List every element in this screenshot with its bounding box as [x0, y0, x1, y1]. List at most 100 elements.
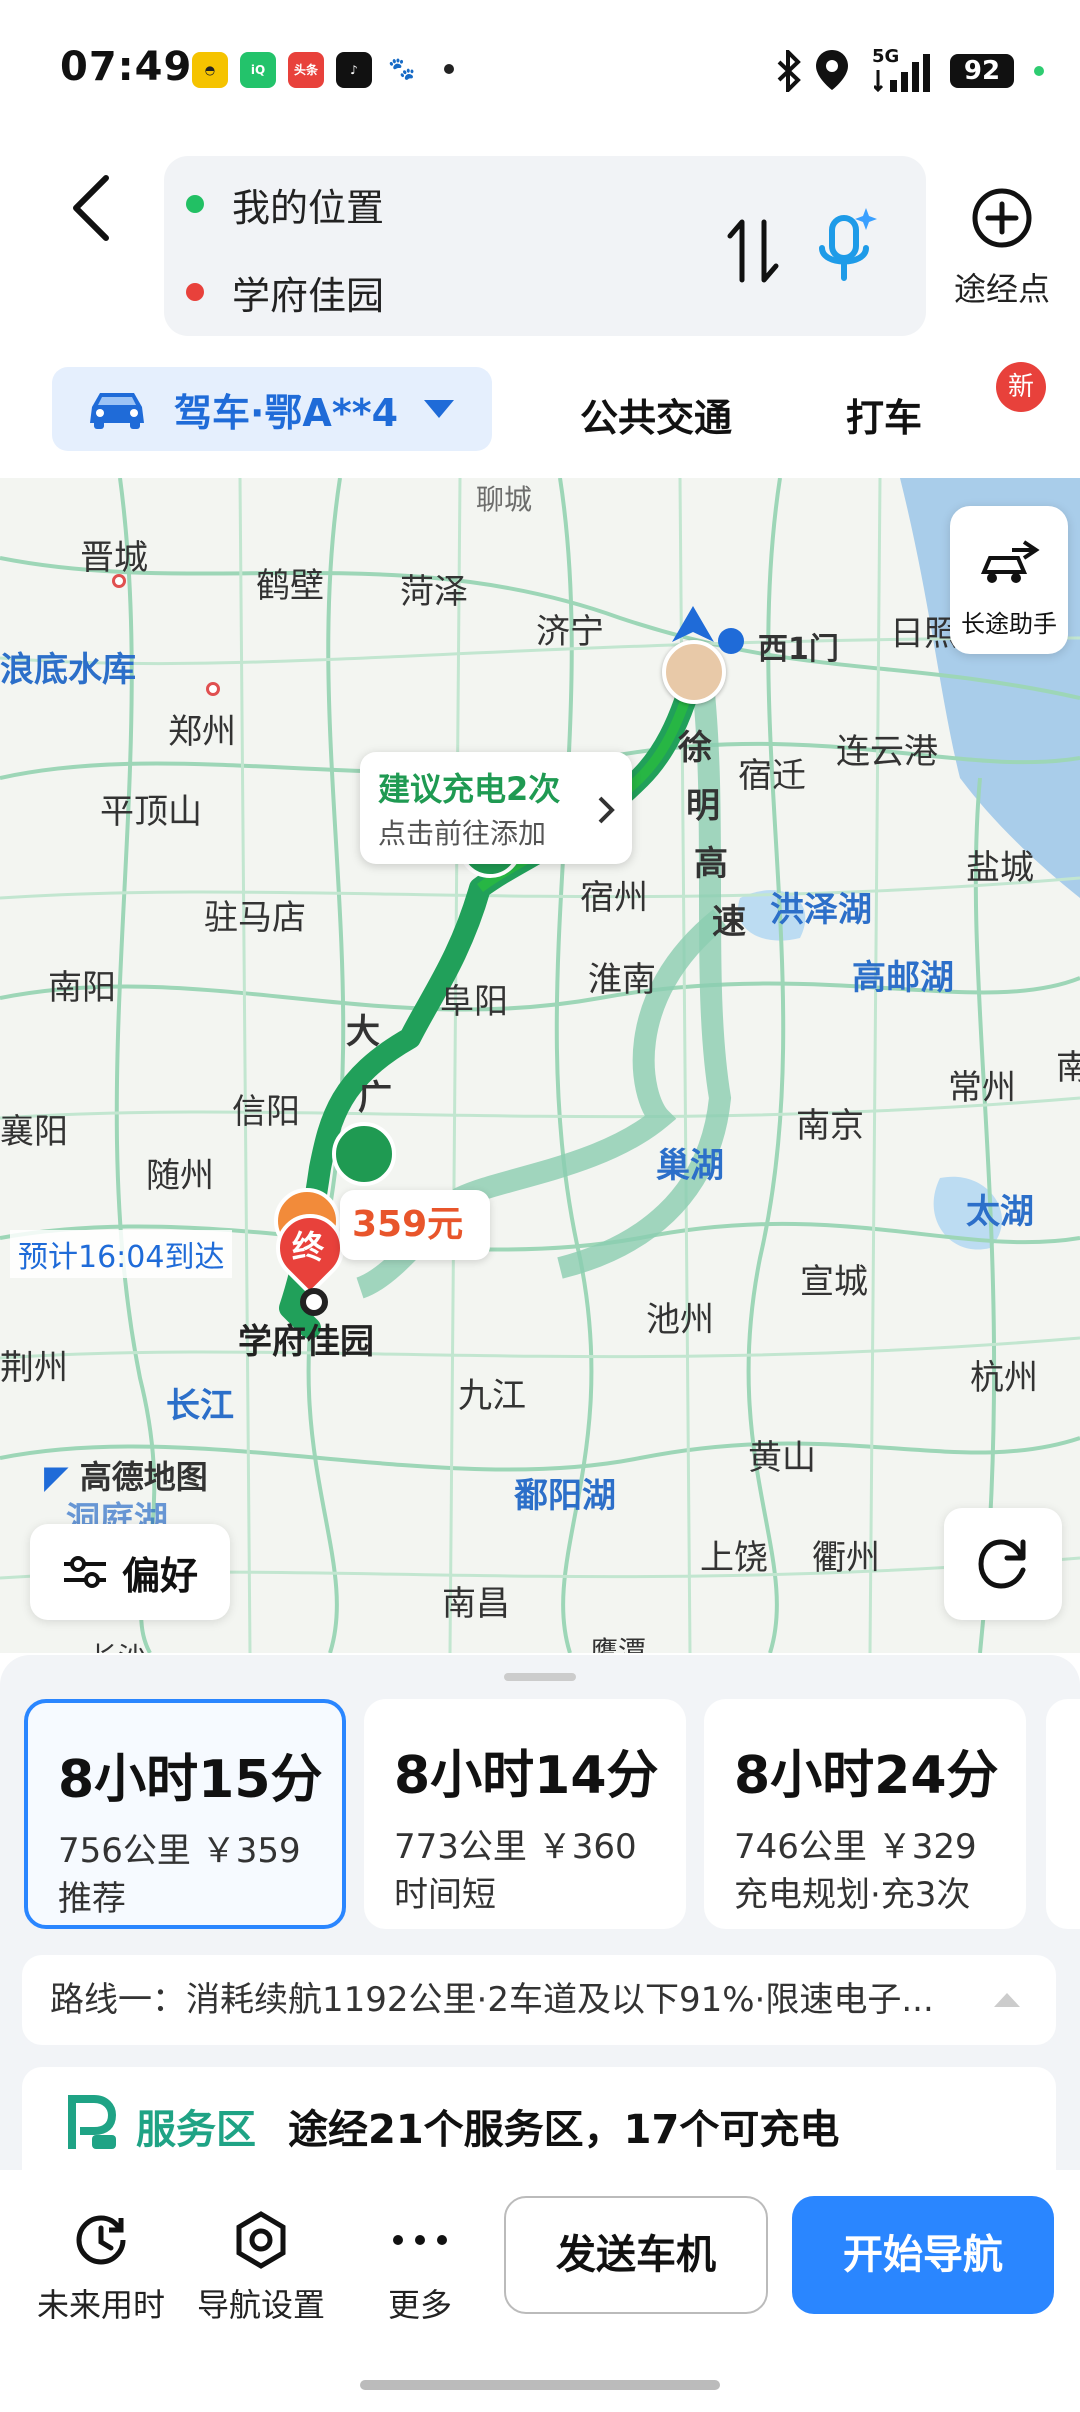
map-city: 菏泽 [400, 572, 468, 612]
voice-mic-icon[interactable] [810, 202, 880, 292]
refresh-button[interactable] [944, 1508, 1062, 1620]
long-trip-icon [980, 540, 1040, 583]
map-city: 盐城 [966, 848, 1034, 888]
origin-label: 我的位置 [232, 185, 385, 230]
route-tag: 充电规划·充3次 [734, 1875, 971, 1915]
home-indicator[interactable] [360, 2380, 720, 2390]
more-notifications-icon [444, 64, 454, 74]
map-city: 宿迁 [738, 756, 806, 796]
clock-icon [76, 2215, 126, 2265]
road-label: 速 [712, 902, 746, 942]
destination-dot-icon [186, 283, 204, 301]
map-city: 长沙 [90, 1636, 146, 1653]
map-city: 上饶 [700, 1538, 768, 1578]
preference-button[interactable]: 偏好 [30, 1524, 230, 1620]
route-description[interactable]: 路线一：消耗续航1192公里·2车道及以下91%·限速电子... [22, 1955, 1056, 2045]
sheet-handle[interactable] [504, 1673, 576, 1681]
charging-station-pin[interactable] [332, 1122, 396, 1186]
route-description-text: 路线一：消耗续航1192公里·2车道及以下91%·限速电子... [50, 1980, 934, 2020]
route-sheet: 8小时15分 756公里 ￥359 推荐 8小时14分 773公里 ￥360 时… [0, 1655, 1080, 2175]
add-waypoint-button[interactable]: 途经点 [942, 180, 1062, 320]
map-city: 信阳 [232, 1092, 300, 1132]
map-city: 黄山 [748, 1438, 816, 1478]
map-city: 南阳 [48, 968, 116, 1008]
service-area-text: 途经21个服务区，17个可充电 [288, 2107, 840, 2153]
origin-field[interactable]: 我的位置 [186, 174, 384, 234]
user-avatar [662, 640, 726, 704]
destination-field[interactable]: 学府佳园 [186, 262, 384, 322]
entrance-label: 西1门 [758, 632, 839, 667]
route-distance-cost: 746公里 ￥329 [734, 1827, 977, 1867]
sliders-icon [63, 1556, 106, 1588]
route-distance-cost: 756公里 ￥359 [58, 1831, 301, 1871]
new-badge: 新 [996, 362, 1046, 412]
route-time: 8小时14分 [394, 1746, 659, 1806]
destination-label: 学府佳园 [232, 273, 385, 318]
map-city: 南昌 [442, 1584, 510, 1624]
end-marker-label: 终 [292, 1228, 325, 1266]
road-label: 广 [358, 1078, 392, 1118]
map-city: 鹤壁 [256, 566, 324, 606]
travel-mode-tabs: 驾车·鄂A**4 公共交通 打车 [0, 365, 1080, 785]
route-card[interactable]: 8小时15分 756公里 ￥359 推荐 [24, 1699, 346, 1929]
map-lake: 鄱阳湖 [514, 1476, 616, 1516]
city-dot-icon [206, 682, 220, 696]
map-city: 池州 [646, 1300, 714, 1340]
map-city: 平顶山 [100, 792, 202, 832]
start-navigation-button[interactable]: 开始导航 [792, 2196, 1054, 2314]
service-area-label: 服务区 [136, 2107, 256, 2153]
navigation-arrow-icon [672, 606, 714, 642]
map-city: 阜阳 [440, 982, 508, 1022]
tab-taxi[interactable]: 打车 [846, 387, 922, 442]
route-card[interactable]: 8小时24分 746公里 ￥329 充电规划·充3次 [704, 1699, 1026, 1929]
map-city: 济宁 [536, 612, 604, 652]
future-time-button[interactable]: 未来用时 [16, 2200, 186, 2326]
map-city: 衢州 [812, 1538, 880, 1578]
more-button[interactable]: 更多 [336, 2200, 504, 2326]
preference-label: 偏好 [121, 1553, 198, 1598]
map-city: 宿州 [580, 878, 648, 918]
route-tag: 时间短 [394, 1875, 496, 1915]
road-label: 明 [686, 786, 720, 826]
more-dots-icon [393, 2235, 447, 2245]
bluetooth-icon [777, 50, 801, 92]
metro-icon [718, 628, 744, 654]
future-time-label: 未来用时 [36, 2286, 165, 2324]
long-trip-label: 长途助手 [961, 610, 1057, 638]
route-card[interactable]: 8小时14分 773公里 ￥360 时间短 [364, 1699, 686, 1929]
drive-tab-label: 驾车·鄂A**4 [174, 390, 399, 435]
charge-suggestion-tip[interactable]: 建议充电2次 点击前往添加 [360, 752, 632, 864]
map-city: 杭州 [970, 1358, 1038, 1398]
route-distance-cost: 773公里 ￥360 [394, 1827, 637, 1867]
route-card-peek[interactable] [1046, 1699, 1080, 1929]
tab-transit[interactable]: 公共交通 [580, 387, 732, 442]
add-circle-icon [972, 188, 1032, 248]
map-city: 郑州 [168, 712, 236, 752]
map-city: 日照 [890, 614, 958, 654]
map-lake: 巢湖 [656, 1146, 724, 1186]
road-label: 高 [694, 844, 728, 884]
baidu-app-icon: 🐾 [384, 52, 420, 88]
map-lake: 高邮湖 [852, 958, 954, 998]
charge-tip-title: 建议充电2次 [378, 770, 561, 808]
route-time: 8小时15分 [58, 1750, 323, 1810]
parking-service-icon [68, 2095, 117, 2149]
tab-drive[interactable]: 驾车·鄂A**4 [52, 367, 492, 451]
map-city: 南 [1056, 1048, 1080, 1088]
route-price-tip[interactable]: 359元 [340, 1190, 490, 1260]
car-icon [90, 393, 144, 429]
service-area-row[interactable]: 服务区 途经21个服务区，17个可充电 [22, 2067, 1056, 2175]
long-trip-assistant-button[interactable]: 长途助手 [950, 506, 1068, 654]
clock: 07:49 [60, 44, 193, 90]
origin-dot-icon [186, 195, 204, 213]
signal-icon [874, 54, 930, 92]
map-city: 随州 [146, 1156, 214, 1196]
back-button[interactable] [62, 168, 122, 248]
charge-tip-subtitle: 点击前往添加 [378, 817, 547, 850]
send-to-car-button[interactable]: 发送车机 [504, 2196, 768, 2314]
location-icon [816, 50, 848, 90]
map-city: 常州 [948, 1068, 1016, 1108]
nav-settings-button[interactable]: 导航设置 [176, 2200, 346, 2326]
swap-icon[interactable] [724, 216, 784, 286]
amap-logo-icon: ◤ [44, 1458, 69, 1496]
